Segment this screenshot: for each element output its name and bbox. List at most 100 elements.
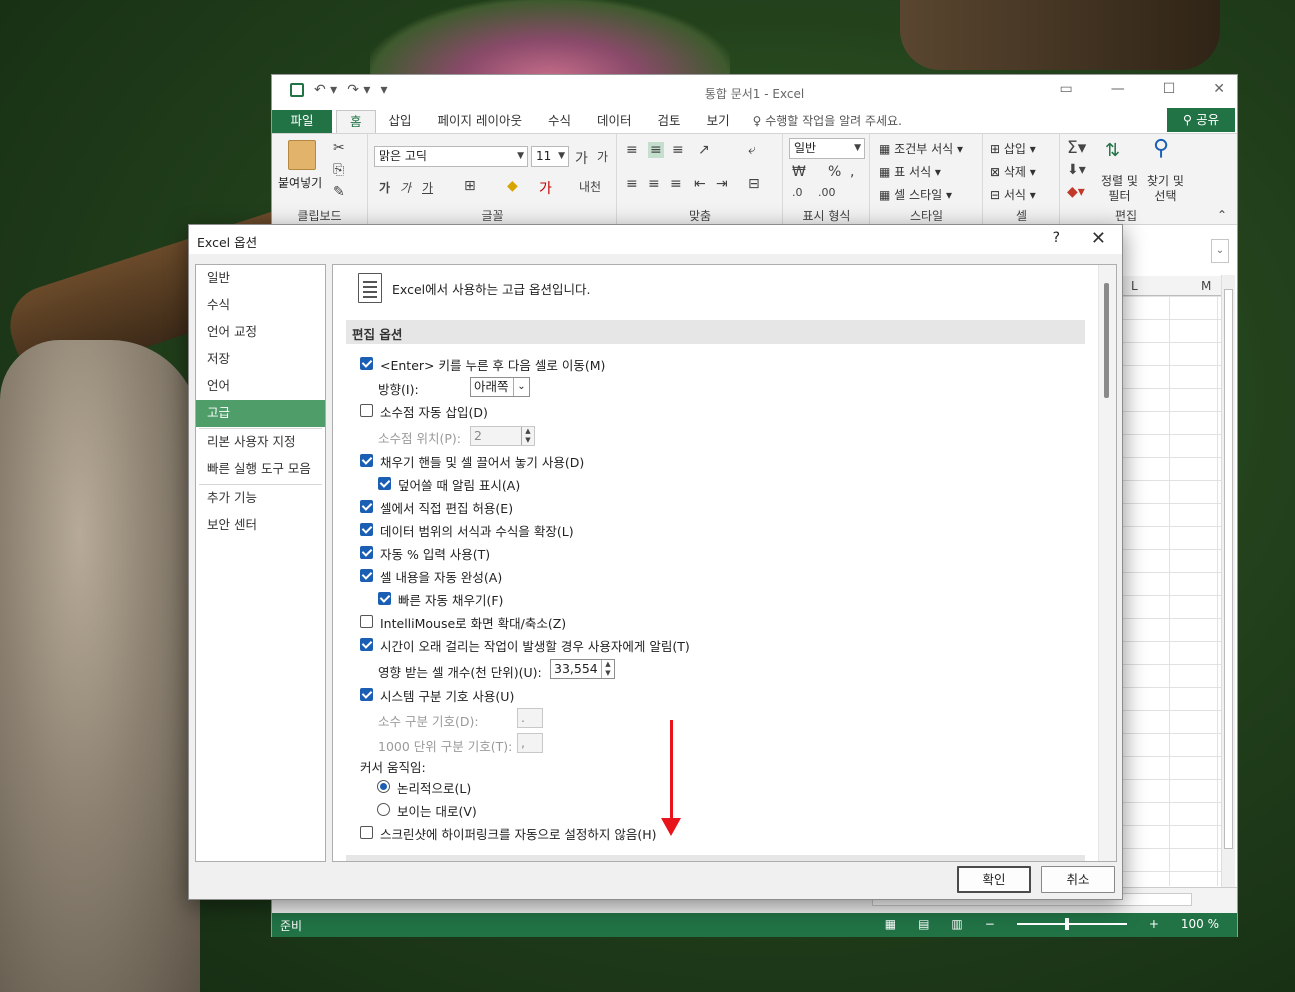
align-left-icon[interactable]: ≡ xyxy=(626,176,638,192)
increase-decimal-icon[interactable]: .0 xyxy=(792,186,803,199)
label-auto-percent[interactable]: 자동 % 입력 사용(T) xyxy=(380,544,490,563)
cell-grid[interactable] xyxy=(1121,296,1221,886)
zoom-level[interactable]: 100 % xyxy=(1181,917,1219,931)
label-flash-fill[interactable]: 빠른 자동 채우기(F) xyxy=(398,590,503,609)
zoom-out-icon[interactable]: − xyxy=(985,917,995,931)
nav-item-formulas[interactable]: 수식 xyxy=(196,292,325,319)
font-color-icon[interactable]: 가 xyxy=(539,178,552,198)
column-header-M[interactable]: M xyxy=(1201,279,1211,293)
column-header-L[interactable]: L xyxy=(1131,279,1138,293)
scroll-thumb[interactable] xyxy=(1224,289,1233,849)
underline-icon[interactable]: 가 xyxy=(422,179,433,196)
tab-insert[interactable]: 삽입 xyxy=(376,110,425,134)
clear-icon[interactable]: ◆▾ xyxy=(1067,184,1085,200)
conditional-format-button[interactable]: ▦ 조건부 서식 ▾ xyxy=(879,140,963,157)
maximize-icon[interactable]: ☐ xyxy=(1163,81,1176,97)
number-format-combo[interactable]: 일반 ▼ xyxy=(789,138,865,159)
tab-review[interactable]: 검토 xyxy=(645,110,694,134)
label-intellimouse[interactable]: IntelliMouse로 화면 확대/축소(Z) xyxy=(380,613,566,632)
checkbox-edit-in-cell[interactable] xyxy=(360,500,373,513)
tell-me-box[interactable]: ♀ 수행할 작업을 알려 주세요. xyxy=(753,110,902,134)
comma-icon[interactable]: , xyxy=(850,164,854,180)
vertical-scrollbar[interactable] xyxy=(1221,275,1235,887)
checkbox-no-hyperlink[interactable] xyxy=(360,826,373,839)
minimize-icon[interactable]: — xyxy=(1111,81,1125,97)
checkbox-auto-percent[interactable] xyxy=(360,546,373,559)
label-edit-in-cell[interactable]: 셀에서 직접 편집 허용(E) xyxy=(380,498,513,517)
radio-cursor-logical[interactable] xyxy=(377,780,390,793)
checkbox-auto-decimal[interactable] xyxy=(360,404,373,417)
orientation-icon[interactable]: ↗ xyxy=(698,142,710,158)
format-as-table-button[interactable]: ▦ 표 서식 ▾ xyxy=(879,163,941,180)
nav-item-advanced[interactable]: 고급 xyxy=(196,400,325,427)
collapse-ribbon-icon[interactable]: ⌃ xyxy=(1217,208,1227,222)
checkbox-fill-handle[interactable] xyxy=(360,454,373,467)
label-enter-move[interactable]: <Enter> 키를 누른 후 다음 셀로 이동(M) xyxy=(380,355,605,374)
tab-file[interactable]: 파일 xyxy=(272,110,332,134)
label-cursor-logical[interactable]: 논리적으로(L) xyxy=(397,778,471,797)
label-alert-slow[interactable]: 시간이 오래 걸리는 작업이 발생할 경우 사용자에게 알림(T) xyxy=(380,636,690,655)
label-autocomplete[interactable]: 셀 내용을 자동 완성(A) xyxy=(380,567,502,586)
spinner-arrows-icon[interactable]: ▲ ▼ xyxy=(601,660,614,678)
label-alert-overwrite[interactable]: 덮어쓸 때 알림 표시(A) xyxy=(398,475,520,494)
decimal-places-spinner[interactable]: 2 ▲ ▼ xyxy=(470,426,535,446)
tab-data[interactable]: 데이터 xyxy=(584,110,645,134)
align-center-icon[interactable]: ≡ xyxy=(648,176,660,192)
checkbox-intellimouse[interactable] xyxy=(360,615,373,628)
checkbox-system-separators[interactable] xyxy=(360,688,373,701)
find-icon[interactable]: ⚲ xyxy=(1153,136,1169,161)
checkbox-alert-slow[interactable] xyxy=(360,638,373,651)
zoom-in-icon[interactable]: + xyxy=(1149,917,1159,931)
checkbox-alert-overwrite[interactable] xyxy=(378,477,391,490)
decrease-indent-icon[interactable]: ⇤ xyxy=(694,176,706,192)
tab-home[interactable]: 홈 xyxy=(336,110,376,134)
nav-item-language[interactable]: 언어 xyxy=(196,373,325,400)
border-icon[interactable]: ⊞ xyxy=(464,178,476,194)
label-extend-formats[interactable]: 데이터 범위의 서식과 수식을 확장(L) xyxy=(380,521,574,540)
zoom-slider[interactable] xyxy=(1016,918,1127,930)
nav-item-save[interactable]: 저장 xyxy=(196,346,325,373)
copy-icon[interactable]: ⎘ xyxy=(333,162,344,178)
shrink-font-icon[interactable]: 가 xyxy=(597,148,608,165)
nav-item-customize-ribbon[interactable]: 리본 사용자 지정 xyxy=(196,429,325,456)
font-name-combo[interactable]: 맑은 고딕 ▼ xyxy=(374,146,528,167)
increase-indent-icon[interactable]: ⇥ xyxy=(716,176,728,192)
checkbox-extend-formats[interactable] xyxy=(360,523,373,536)
fill-color-icon[interactable]: ◆ xyxy=(507,178,518,194)
page-layout-view-icon[interactable]: ▤ xyxy=(918,917,929,931)
checkbox-autocomplete[interactable] xyxy=(360,569,373,582)
paste-icon[interactable] xyxy=(288,140,316,170)
radio-cursor-visual[interactable] xyxy=(377,803,390,816)
cells-affected-spinner[interactable]: 33,554 ▲ ▼ xyxy=(550,659,615,679)
direction-select[interactable]: 아래쪽 ⌄ xyxy=(470,377,530,397)
format-painter-icon[interactable]: ✎ xyxy=(333,184,345,200)
ok-button[interactable]: 확인 xyxy=(957,866,1031,893)
percent-icon[interactable]: % xyxy=(828,164,841,180)
phonetic-icon[interactable]: 내천 xyxy=(579,178,601,195)
find-select-button[interactable]: 찾기 및 선택 xyxy=(1147,174,1184,204)
label-fill-handle[interactable]: 채우기 핸들 및 셀 끌어서 놓기 사용(D) xyxy=(380,452,584,471)
wrap-text-icon[interactable]: ⤶ xyxy=(748,142,756,158)
cancel-button[interactable]: 취소 xyxy=(1041,866,1115,893)
expand-formula-icon[interactable]: ⌄ xyxy=(1211,239,1229,263)
zoom-thumb[interactable] xyxy=(1064,918,1069,930)
page-break-view-icon[interactable]: ▥ xyxy=(951,917,962,931)
grow-font-icon[interactable]: 가 xyxy=(575,148,588,168)
nav-item-proofing[interactable]: 언어 교정 xyxy=(196,319,325,346)
sort-filter-icon[interactable]: ⇅ xyxy=(1105,140,1120,161)
align-top-icon[interactable]: ≡ xyxy=(626,142,638,158)
align-middle-icon[interactable]: ≡ xyxy=(648,142,664,158)
format-cells-button[interactable]: ⊟ 서식 ▾ xyxy=(990,186,1036,203)
paste-button-label[interactable]: 붙여넣기 xyxy=(278,174,322,191)
checkbox-enter-move[interactable] xyxy=(360,357,373,370)
nav-item-general[interactable]: 일반 xyxy=(196,265,325,292)
ribbon-options-icon[interactable]: ▭ xyxy=(1059,81,1072,97)
tab-view[interactable]: 보기 xyxy=(694,110,743,134)
help-icon[interactable]: ? xyxy=(1053,230,1060,246)
thousands-separator-field[interactable]: , xyxy=(517,733,543,753)
label-system-separators[interactable]: 시스템 구분 기호 사용(U) xyxy=(380,686,514,705)
label-no-hyperlink[interactable]: 스크린샷에 하이퍼링크를 자동으로 설정하지 않음(H) xyxy=(380,824,657,843)
nav-item-add-ins[interactable]: 추가 기능 xyxy=(196,485,325,512)
align-right-icon[interactable]: ≡ xyxy=(670,176,682,192)
decrease-decimal-icon[interactable]: .00 xyxy=(818,186,836,199)
